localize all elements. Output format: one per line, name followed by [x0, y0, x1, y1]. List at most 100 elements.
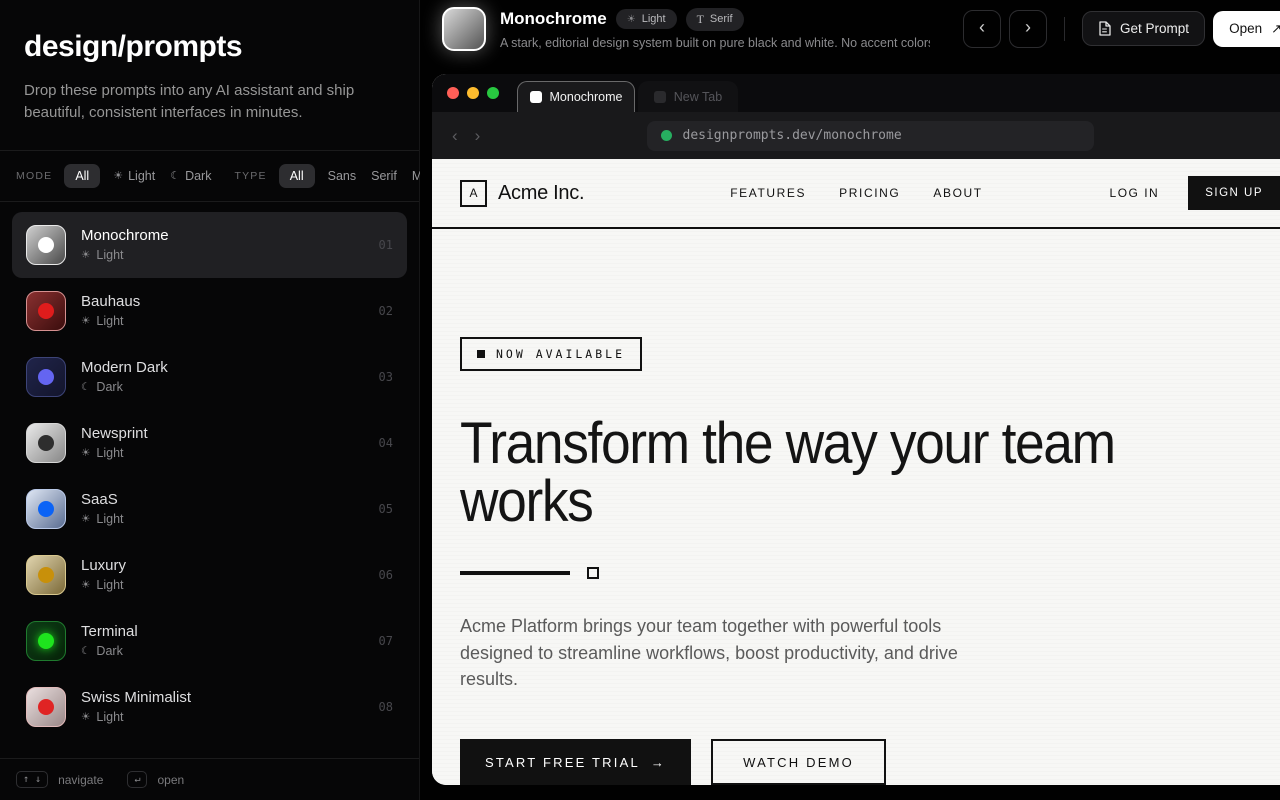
start-free-trial-button[interactable]: START FREE TRIAL →: [460, 739, 691, 785]
theme-name: Swiss Minimalist: [81, 689, 191, 706]
theme-dot-icon: [38, 435, 54, 451]
watch-demo-button[interactable]: WATCH DEMO: [711, 739, 886, 785]
theme-thumbnail: [26, 555, 66, 595]
mode-filter-dark[interactable]: ☾ Dark: [168, 164, 213, 188]
theme-item-luxury[interactable]: Luxury ☀ Light 06: [12, 542, 407, 608]
secure-site-dot-icon: [661, 130, 672, 141]
preview-pane: Monochrome ☀ Light T Serif A stark, edit…: [420, 0, 1280, 800]
sun-icon: ☀: [81, 711, 90, 723]
logo-text: Acme Inc.: [498, 182, 584, 205]
mode-filter-label: MODE: [16, 170, 52, 182]
square-bullet-icon: [477, 350, 485, 358]
mode-filter-dark-label: Dark: [185, 169, 211, 183]
tab-monochrome[interactable]: Monochrome: [517, 81, 635, 112]
preview-description: A stark, editorial design system built o…: [500, 35, 930, 50]
theme-name: Newsprint: [81, 425, 148, 442]
theme-item-saas[interactable]: SaaS ☀ Light 05: [12, 476, 407, 542]
theme-mode-label: Dark: [96, 380, 122, 394]
now-available-label: NOW AVAILABLE: [496, 347, 625, 361]
theme-item-newsprint[interactable]: Newsprint ☀ Light 04: [12, 410, 407, 476]
nav-link-features[interactable]: FEATURES: [730, 186, 806, 200]
sun-icon: ☀: [81, 249, 90, 261]
logo-mark: A: [460, 180, 487, 207]
site-logo[interactable]: A Acme Inc.: [460, 180, 584, 207]
hero-headline: Transform the way your team works: [460, 415, 1214, 531]
log-in-link[interactable]: LOG IN: [1110, 186, 1160, 200]
nav-link-about[interactable]: ABOUT: [933, 186, 982, 200]
open-hint: open: [157, 773, 184, 787]
theme-dot-icon: [38, 633, 54, 649]
hero-divider: [460, 567, 1280, 579]
mode-filter-light[interactable]: ☀ Light: [111, 164, 157, 188]
divider-line: [460, 571, 570, 575]
theme-item-swiss-minimalist[interactable]: Swiss Minimalist ☀ Light 08: [12, 674, 407, 740]
open-button[interactable]: Open ↗: [1213, 11, 1280, 47]
maximize-window-button[interactable]: [487, 87, 499, 99]
site-content: A Acme Inc. FEATURES PRICING ABOUT LOG I…: [432, 159, 1280, 785]
site-header: A Acme Inc. FEATURES PRICING ABOUT LOG I…: [432, 159, 1280, 229]
moon-icon: ☾: [81, 645, 90, 657]
arrow-up-right-icon: ↗: [1271, 21, 1280, 37]
sidebar: design/prompts Drop these prompts into a…: [0, 0, 420, 800]
theme-number: 06: [379, 568, 393, 582]
type-filter-all[interactable]: All: [279, 164, 315, 188]
theme-mode-label: Light: [96, 446, 123, 460]
theme-item-modern-dark[interactable]: Modern Dark ☾ Dark 03: [12, 344, 407, 410]
tab-label: New Tab: [674, 90, 722, 104]
url-text: designprompts.dev/monochrome: [683, 128, 902, 143]
app-subtitle: Drop these prompts into any AI assistant…: [24, 80, 384, 124]
enter-key-icon: ↵: [127, 771, 147, 788]
divider-square-icon: [587, 567, 599, 579]
theme-mode-label: Light: [96, 710, 123, 724]
next-theme-button[interactable]: ›: [1009, 10, 1047, 48]
theme-dot-icon: [38, 501, 54, 517]
url-bar[interactable]: designprompts.dev/monochrome: [647, 121, 1094, 151]
preview-header: Monochrome ☀ Light T Serif A stark, edit…: [420, 0, 1280, 57]
theme-name: Monochrome: [81, 227, 169, 244]
chevron-right-icon: ›: [1025, 17, 1031, 38]
browser-back-button[interactable]: ‹: [452, 126, 458, 146]
theme-thumbnail: [26, 687, 66, 727]
tab-label: Monochrome: [550, 90, 623, 104]
sun-icon: ☀: [113, 169, 123, 182]
theme-thumbnail: [26, 423, 66, 463]
tab-new-tab[interactable]: New Tab: [638, 81, 738, 112]
sun-icon: ☀: [81, 579, 90, 591]
theme-number: 03: [379, 370, 393, 384]
sun-icon: ☀: [81, 447, 90, 459]
minimize-window-button[interactable]: [467, 87, 479, 99]
previous-theme-button[interactable]: ‹: [963, 10, 1001, 48]
theme-name: Bauhaus: [81, 293, 140, 310]
sun-icon: ☀: [81, 315, 90, 327]
theme-item-bauhaus[interactable]: Bauhaus ☀ Light 02: [12, 278, 407, 344]
theme-name: Modern Dark: [81, 359, 168, 376]
sidebar-footer: ↑ ↓ navigate ↵ open: [0, 758, 419, 800]
type-filter-serif[interactable]: Serif: [369, 164, 399, 188]
theme-mode-label: Light: [96, 512, 123, 526]
theme-item-terminal[interactable]: Terminal ☾ Dark 07: [12, 608, 407, 674]
get-prompt-button[interactable]: Get Prompt: [1082, 11, 1205, 46]
close-window-button[interactable]: [447, 87, 459, 99]
watch-demo-label: WATCH DEMO: [743, 755, 854, 770]
mode-filter-all[interactable]: All: [64, 164, 100, 188]
nav-link-pricing[interactable]: PRICING: [839, 186, 900, 200]
theme-number: 01: [379, 238, 393, 252]
app-title: design/prompts: [24, 30, 395, 64]
browser-forward-button[interactable]: ›: [475, 126, 481, 146]
type-filter-sans[interactable]: Sans: [326, 164, 359, 188]
theme-mode-label: Light: [96, 578, 123, 592]
theme-item-monochrome[interactable]: Monochrome ☀ Light 01: [12, 212, 407, 278]
tab-favicon: [530, 91, 542, 103]
theme-dot-icon: [38, 567, 54, 583]
theme-thumbnail: [26, 621, 66, 661]
get-prompt-label: Get Prompt: [1120, 21, 1189, 36]
theme-name: Luxury: [81, 557, 126, 574]
mode-badge: ☀ Light: [616, 9, 677, 29]
theme-dot-icon: [38, 699, 54, 715]
theme-thumbnail: [26, 291, 66, 331]
start-free-trial-label: START FREE TRIAL: [485, 755, 640, 770]
type-badge: T Serif: [686, 8, 744, 31]
theme-mode-label: Dark: [96, 644, 122, 658]
theme-dot-icon: [38, 237, 54, 253]
sign-up-button[interactable]: SIGN UP: [1188, 176, 1280, 210]
